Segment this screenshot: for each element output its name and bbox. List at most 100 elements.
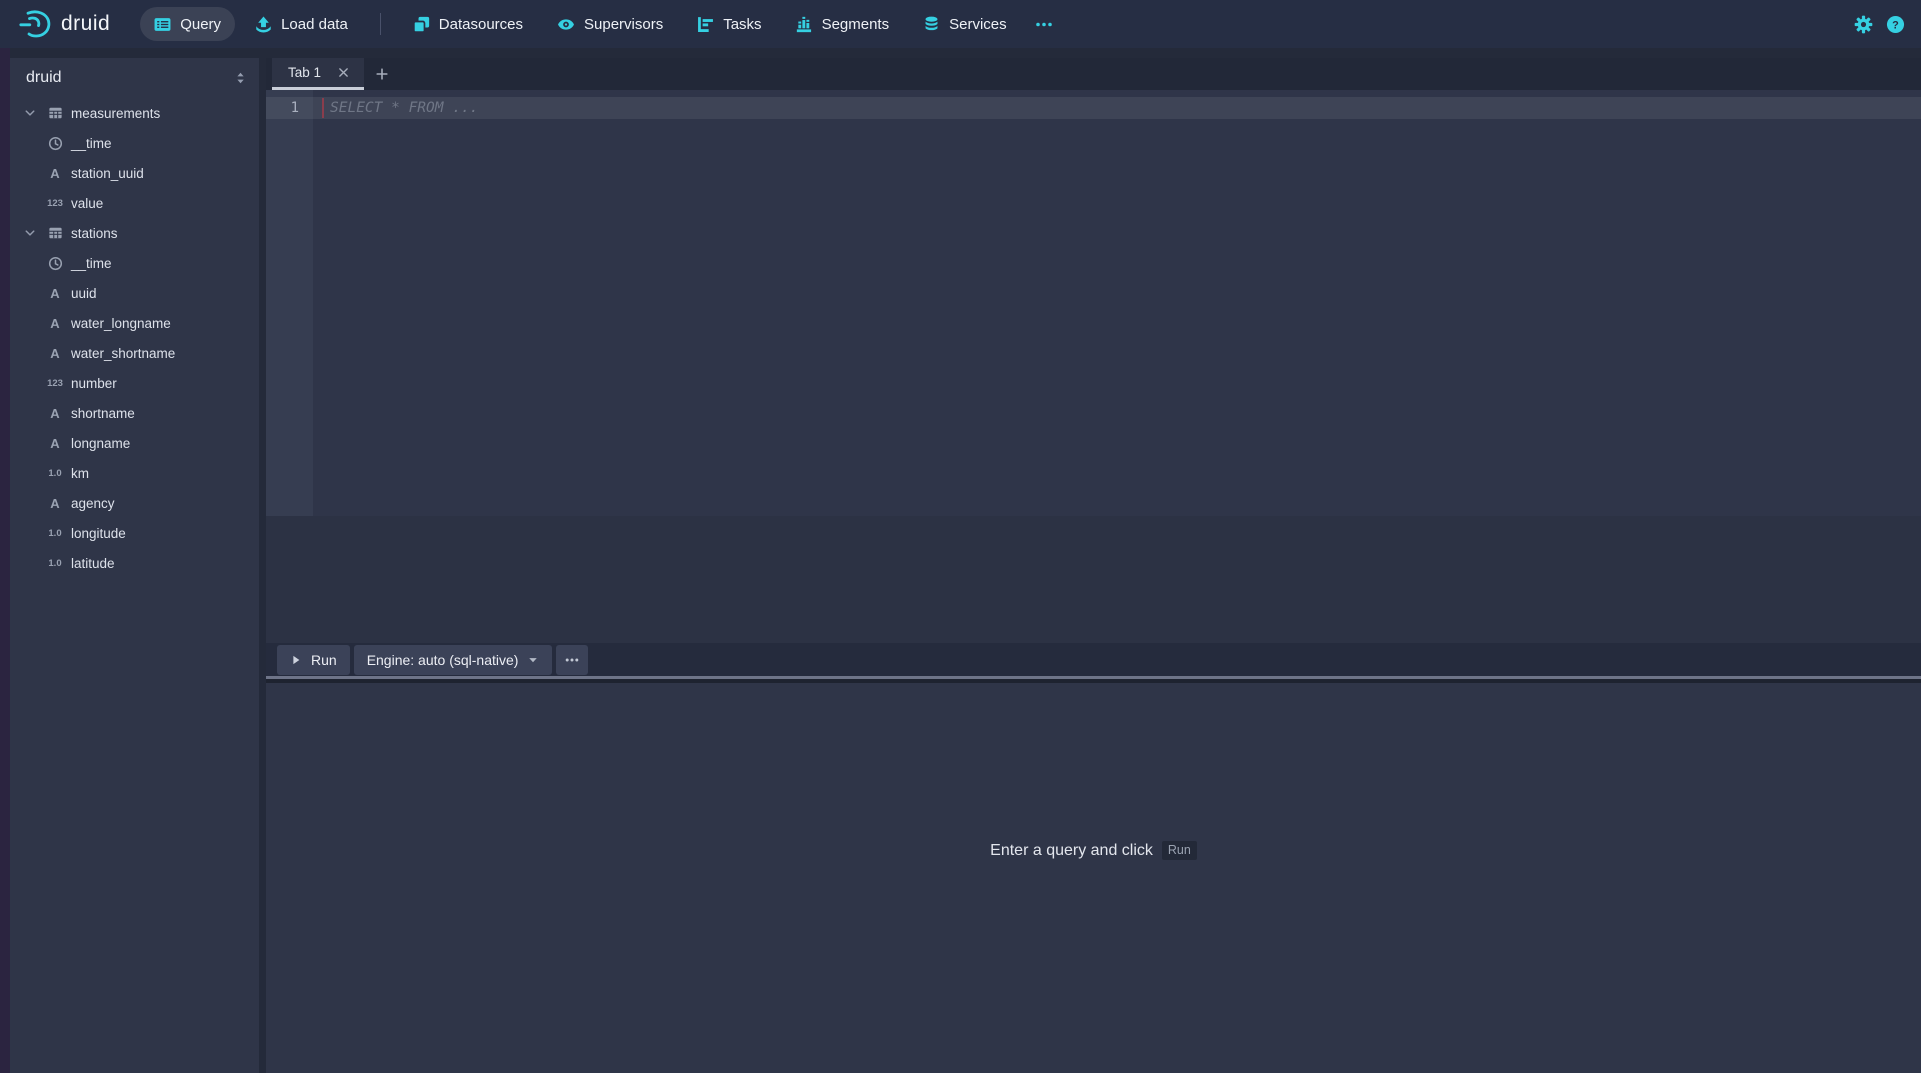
chevron-down-icon[interactable] (24, 227, 46, 239)
table-icon (46, 106, 64, 120)
nav-segments[interactable]: Segments (782, 7, 904, 41)
query-view: Tab 1 1 SELECT * FROM ... (266, 58, 1921, 1073)
empty-results-text: Enter a query and click (990, 842, 1153, 860)
load-data-icon (255, 16, 272, 33)
tree-item-value[interactable]: 123 value (10, 188, 259, 218)
nav-label: Supervisors (584, 16, 663, 33)
tab-1[interactable]: Tab 1 (272, 58, 364, 90)
settings-button[interactable] (1854, 15, 1873, 34)
tree-item-label: agency (71, 496, 115, 511)
close-icon (337, 66, 350, 79)
string-type-icon: A (46, 286, 64, 301)
tree-item-uuid[interactable]: Auuid (10, 278, 259, 308)
tree-item-label: latitude (71, 556, 115, 571)
line-number: 1 (266, 97, 313, 119)
tree-item-longname[interactable]: Alongname (10, 428, 259, 458)
schema-sidebar: druid measurements __timeAstation_uuid12… (10, 58, 259, 1073)
nav-query[interactable]: Query (140, 7, 235, 41)
tree-item-label: number (71, 376, 117, 391)
nav-label: Services (949, 16, 1007, 33)
nav-label: Datasources (439, 16, 523, 33)
brand-name: druid (61, 12, 110, 36)
page-left-edge (0, 48, 10, 1073)
tree-item-label: measurements (71, 106, 160, 121)
engine-select-button[interactable]: Engine: auto (sql-native) (354, 645, 553, 675)
string-type-icon: A (46, 316, 64, 331)
float-type-icon: 1.0 (46, 528, 64, 539)
editor-empty-area[interactable] (266, 516, 1921, 643)
editor-gutter (266, 90, 313, 516)
integer-type-icon: 123 (46, 198, 64, 209)
nav-label: Query (180, 16, 221, 33)
query-icon (154, 16, 171, 33)
gear-icon (1854, 15, 1873, 34)
schema-selector[interactable]: druid (10, 58, 259, 98)
tree-item-station-uuid[interactable]: Astation_uuid (10, 158, 259, 188)
help-button[interactable]: ? (1886, 15, 1905, 34)
tree-item-label: __time (71, 256, 112, 271)
tree-item-label: water_shortname (71, 346, 175, 361)
string-type-icon: A (46, 436, 64, 451)
string-type-icon: A (46, 496, 64, 511)
tree-item-time[interactable]: __time (10, 248, 259, 278)
nav-supervisors[interactable]: Supervisors (543, 7, 677, 41)
nav-label: Segments (822, 16, 890, 33)
svg-text:?: ? (1892, 19, 1899, 31)
tree-item-agency[interactable]: Aagency (10, 488, 259, 518)
tree-item-label: value (71, 196, 103, 211)
editor-active-line (266, 97, 1921, 119)
tree-item-label: shortname (71, 406, 135, 421)
query-editor[interactable]: 1 SELECT * FROM ... (266, 90, 1921, 516)
tree-item-km[interactable]: 1.0km (10, 458, 259, 488)
close-tab-button[interactable] (335, 64, 352, 81)
nav-tasks[interactable]: Tasks (683, 7, 775, 41)
tree-item-measurements[interactable]: measurements (10, 98, 259, 128)
integer-type-icon: 123 (46, 378, 64, 389)
services-icon (923, 16, 940, 33)
tree-item-water-shortname[interactable]: Awater_shortname (10, 338, 259, 368)
tree-item-stations[interactable]: stations (10, 218, 259, 248)
navbar-separator (380, 13, 381, 35)
clock-icon (46, 136, 64, 151)
help-icon: ? (1886, 15, 1905, 34)
float-type-icon: 1.0 (46, 558, 64, 569)
tasks-icon (697, 16, 714, 33)
main-nav: Query Load data Datasources Supervisor (140, 7, 1060, 41)
add-tab-button[interactable] (364, 58, 400, 90)
nav-load-data[interactable]: Load data (241, 7, 362, 41)
string-type-icon: A (46, 346, 64, 361)
chevron-down-icon[interactable] (24, 107, 46, 119)
editor-placeholder: SELECT * FROM ... (330, 97, 478, 119)
tab-label: Tab 1 (288, 65, 321, 80)
play-icon (290, 654, 302, 666)
run-tag: Run (1162, 841, 1197, 860)
top-navbar: druid Query Load data Datasources (0, 0, 1921, 48)
tree-item-longitude[interactable]: 1.0longitude (10, 518, 259, 548)
empty-results-message: Enter a query and click Run (266, 841, 1921, 860)
druid-logo[interactable]: druid (18, 9, 110, 39)
tree-item-time[interactable]: __time (10, 128, 259, 158)
run-button[interactable]: Run (277, 645, 350, 675)
nav-datasources[interactable]: Datasources (399, 7, 537, 41)
caret-down-icon (527, 654, 539, 666)
editor-caret (322, 98, 324, 118)
tree-item-label: station_uuid (71, 166, 144, 181)
tree-item-shortname[interactable]: Ashortname (10, 398, 259, 428)
navbar-right: ? (1854, 15, 1905, 34)
tree-item-latitude[interactable]: 1.0 latitude (10, 548, 259, 578)
nav-services[interactable]: Services (909, 7, 1021, 41)
nav-label: Load data (281, 16, 348, 33)
tree-item-number[interactable]: 123 number (10, 368, 259, 398)
query-more-button[interactable] (556, 645, 588, 675)
nav-more-button[interactable] (1027, 7, 1061, 41)
tree-item-water-longname[interactable]: Awater_longname (10, 308, 259, 338)
schema-sort-button[interactable] (234, 71, 247, 85)
druid-logo-icon (18, 9, 52, 39)
nav-label: Tasks (723, 16, 761, 33)
tree-item-label: stations (71, 226, 118, 241)
tree-item-label: km (71, 466, 89, 481)
datasources-icon (413, 16, 430, 33)
tab-bar: Tab 1 (266, 58, 1921, 90)
panel-splitter[interactable] (266, 676, 1921, 683)
clock-icon (46, 256, 64, 271)
